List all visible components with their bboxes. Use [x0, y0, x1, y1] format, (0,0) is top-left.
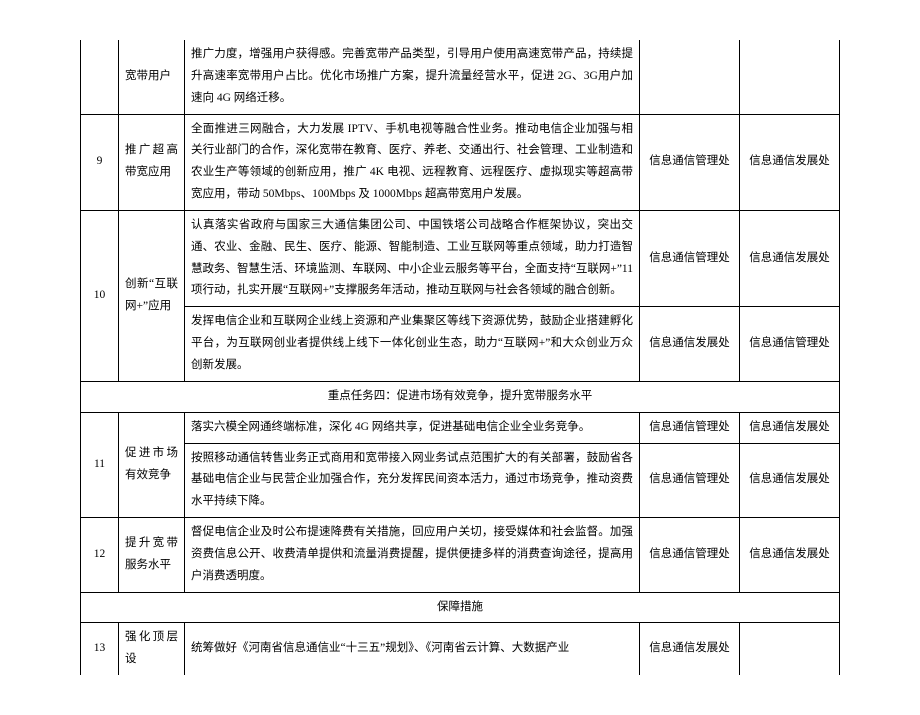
cell-dept2 [740, 623, 840, 675]
table-row: 宽带用户 推广力度，增强用户获得感。完善宽带产品类型，引导用户使用高速宽带产品，… [81, 40, 840, 114]
policy-table: 宽带用户 推广力度，增强用户获得感。完善宽带产品类型，引导用户使用高速宽带产品，… [80, 40, 840, 675]
cell-num: 10 [81, 210, 119, 381]
cell-dept2 [740, 40, 840, 114]
section-header-row: 重点任务四：促进市场有效竞争，提升宽带服务水平 [81, 381, 840, 412]
section-header: 重点任务四：促进市场有效竞争，提升宽带服务水平 [81, 381, 840, 412]
cell-dept1: 信息通信管理处 [640, 412, 740, 443]
cell-dept2: 信息通信管理处 [740, 307, 840, 382]
cell-task: 强化顶层设 [119, 623, 185, 675]
cell-num: 13 [81, 623, 119, 675]
table-row: 12 提升宽带服务水平 督促电信企业及时公布提速降费有关措施，回应用户关切，接受… [81, 518, 840, 593]
table-row: 9 推广超高带宽应用 全面推进三网融合，大力发展 IPTV、手机电视等融合性业务… [81, 114, 840, 210]
cell-num: 9 [81, 114, 119, 210]
cell-dept2: 信息通信发展处 [740, 518, 840, 593]
cell-dept2: 信息通信发展处 [740, 114, 840, 210]
cell-dept1: 信息通信发展处 [640, 623, 740, 675]
section-header: 保障措施 [81, 592, 840, 623]
cell-desc: 全面推进三网融合，大力发展 IPTV、手机电视等融合性业务。推动电信企业加强与相… [185, 114, 640, 210]
cell-dept1: 信息通信管理处 [640, 114, 740, 210]
cell-num: 12 [81, 518, 119, 593]
cell-num: 11 [81, 412, 119, 517]
cell-desc: 认真落实省政府与国家三大通信集团公司、中国铁塔公司战略合作框架协议，突出交通、农… [185, 210, 640, 306]
cell-desc: 统筹做好《河南省信息通信业“十三五”规划》、《河南省云计算、大数据产业 [185, 623, 640, 675]
section-header-row: 保障措施 [81, 592, 840, 623]
cell-desc: 发挥电信企业和互联网企业线上资源和产业集聚区等线下资源优势，鼓励企业搭建孵化平台… [185, 307, 640, 382]
cell-dept1: 信息通信管理处 [640, 518, 740, 593]
table-row: 13 强化顶层设 统筹做好《河南省信息通信业“十三五”规划》、《河南省云计算、大… [81, 623, 840, 675]
table-row: 按照移动通信转售业务正式商用和宽带接入网业务试点范围扩大的有关部署，鼓励省各基础… [81, 443, 840, 518]
cell-dept1: 信息通信管理处 [640, 210, 740, 306]
table-row: 10 创新“互联网+”应用 认真落实省政府与国家三大通信集团公司、中国铁塔公司战… [81, 210, 840, 306]
cell-task: 推广超高带宽应用 [119, 114, 185, 210]
cell-num [81, 40, 119, 114]
cell-dept1 [640, 40, 740, 114]
cell-desc: 督促电信企业及时公布提速降费有关措施，回应用户关切，接受媒体和社会监督。加强资费… [185, 518, 640, 593]
cell-desc: 落实六模全网通终端标准，深化 4G 网络共享，促进基础电信企业全业务竞争。 [185, 412, 640, 443]
cell-dept2: 信息通信发展处 [740, 210, 840, 306]
cell-task: 促进市场有效竞争 [119, 412, 185, 517]
cell-dept1: 信息通信发展处 [640, 307, 740, 382]
cell-task: 提升宽带服务水平 [119, 518, 185, 593]
cell-dept1: 信息通信管理处 [640, 443, 740, 518]
cell-dept2: 信息通信发展处 [740, 443, 840, 518]
table-row: 发挥电信企业和互联网企业线上资源和产业集聚区等线下资源优势，鼓励企业搭建孵化平台… [81, 307, 840, 382]
cell-dept2: 信息通信发展处 [740, 412, 840, 443]
cell-desc: 按照移动通信转售业务正式商用和宽带接入网业务试点范围扩大的有关部署，鼓励省各基础… [185, 443, 640, 518]
cell-task: 宽带用户 [119, 40, 185, 114]
cell-task: 创新“互联网+”应用 [119, 210, 185, 381]
cell-desc: 推广力度，增强用户获得感。完善宽带产品类型，引导用户使用高速宽带产品，持续提升高… [185, 40, 640, 114]
table-row: 11 促进市场有效竞争 落实六模全网通终端标准，深化 4G 网络共享，促进基础电… [81, 412, 840, 443]
